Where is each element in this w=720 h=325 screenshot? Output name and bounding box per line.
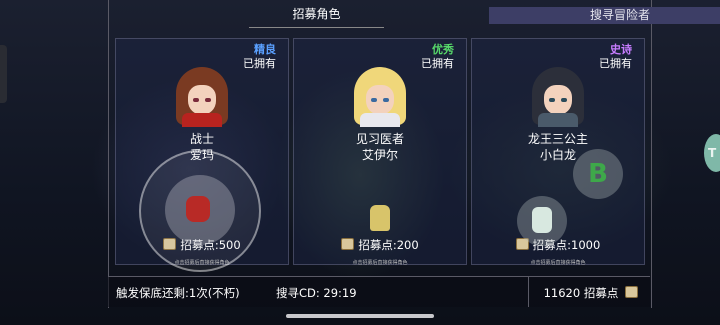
owned-label: 已拥有	[243, 57, 276, 70]
owned-label: 已拥有	[599, 57, 632, 70]
character-class: 龙王三公主	[527, 132, 588, 146]
status-bar: 触发保底还剩:1次(不朽) 搜寻CD: 29:19 11620 招募点	[108, 276, 650, 307]
character-class: 战士	[189, 132, 214, 146]
character-sprite	[532, 207, 552, 233]
screen-notch	[0, 45, 7, 103]
character-portrait	[166, 61, 238, 127]
player-sprite	[186, 196, 210, 222]
character-portrait	[522, 61, 594, 127]
recruit-points-total: 11620 招募点	[544, 285, 638, 301]
tab-search-adventurer[interactable]: 搜寻冒险者	[489, 7, 720, 24]
character-name: 艾伊尔	[361, 148, 398, 162]
character-class: 见习医者	[355, 132, 404, 146]
recruit-tip: 点击招募后直接获得角色	[530, 260, 586, 266]
divider	[528, 277, 529, 307]
recruit-card-healer[interactable]: 优秀 已拥有 见习医者 艾伊尔 招募点:200 点击招募后直接获得角色	[293, 38, 467, 266]
scroll-icon	[341, 238, 355, 250]
cooldown-timer: 29:19	[323, 286, 357, 300]
home-indicator[interactable]	[286, 314, 434, 318]
b-button[interactable]: B	[573, 149, 623, 199]
tab-underline	[249, 27, 384, 28]
character-portrait	[344, 61, 416, 127]
scroll-icon	[625, 286, 638, 298]
recruit-tip: 点击招募后直接获得角色	[352, 260, 408, 266]
search-cooldown: 搜寻CD: 29:19	[276, 286, 357, 300]
recruit-cost: 招募点:200	[294, 237, 466, 253]
tab-recruit-character[interactable]: 招募角色	[249, 6, 384, 23]
action-button[interactable]	[517, 196, 567, 246]
owned-label: 已拥有	[421, 57, 454, 70]
guarantee-counter: 触发保底还剩:1次(不朽)	[116, 286, 240, 300]
character-sprite	[370, 205, 390, 231]
